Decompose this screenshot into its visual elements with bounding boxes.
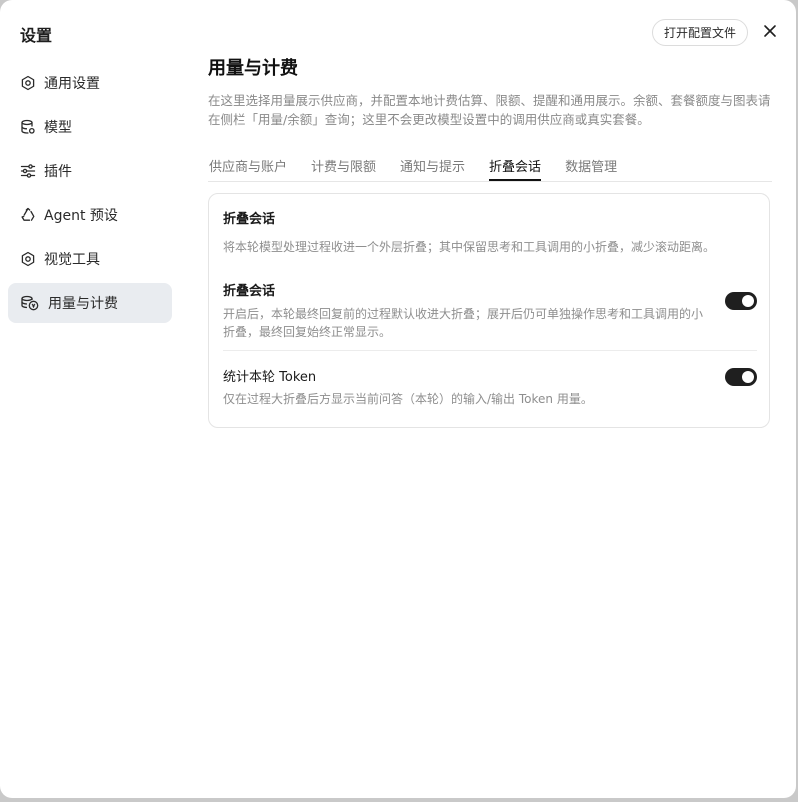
collapse-conversation-toggle[interactable]	[725, 292, 757, 310]
sidebar: 设置 通用设置 模型 插件 Agent 预设 视觉工具 用量与计费	[0, 0, 188, 798]
sidebar-item-label: 插件	[44, 164, 72, 180]
count-tokens-toggle[interactable]	[725, 368, 757, 386]
sidebar-item-vision-tools[interactable]: 视觉工具	[8, 239, 172, 279]
tab-collapse-conversation[interactable]: 折叠会话	[489, 150, 542, 181]
sidebar-item-models[interactable]: 模型	[8, 107, 172, 147]
sidebar-item-usage-billing[interactable]: 用量与计费	[8, 283, 172, 323]
tab-providers-accounts[interactable]: 供应商与账户	[209, 150, 287, 180]
gear-icon	[20, 75, 36, 91]
header-actions: 打开配置文件	[651, 19, 780, 46]
tab-data-management[interactable]: 数据管理	[565, 150, 617, 180]
sidebar-item-plugins[interactable]: 插件	[8, 151, 172, 191]
open-config-button[interactable]: 打开配置文件	[651, 19, 748, 46]
setting-name: 统计本轮 Token	[223, 370, 317, 385]
setting-name: 折叠会话	[223, 284, 276, 299]
gear-icon	[20, 251, 36, 267]
close-icon	[763, 23, 777, 42]
coins-icon	[20, 295, 40, 311]
sidebar-item-agent-presets[interactable]: Agent 预设	[8, 195, 172, 235]
settings-window: 设置 通用设置 模型 插件 Agent 预设 视觉工具 用量与计费 打开配置文件…	[0, 0, 796, 798]
sliders-icon	[20, 163, 36, 179]
sidebar-item-label: 模型	[44, 120, 72, 136]
tab-billing-limits[interactable]: 计费与限额	[311, 150, 376, 180]
page-description: 在这里选择用量展示供应商，并配置本地计费估算、限额、提醒和通用展示。余额、套餐额…	[208, 93, 771, 127]
sidebar-item-label: 通用设置	[44, 76, 100, 92]
setting-count-round-tokens: 统计本轮 Token 仅在过程大折叠后方显示当前问答（本轮）的输入/输出 Tok…	[223, 366, 757, 406]
tab-notifications[interactable]: 通知与提示	[400, 150, 465, 180]
sidebar-item-label: 用量与计费	[48, 296, 118, 312]
recycle-icon	[20, 207, 36, 223]
sidebar-item-general[interactable]: 通用设置	[8, 63, 172, 103]
toggle-knob	[742, 295, 754, 307]
card-description: 将本轮模型处理过程收进一个外层折叠；其中保留思考和工具调用的小折叠，减少滚动距离…	[223, 240, 716, 254]
sidebar-nav: 通用设置 模型 插件 Agent 预设 视觉工具 用量与计费	[8, 63, 172, 327]
sidebar-item-label: 视觉工具	[44, 252, 100, 268]
close-button[interactable]	[760, 23, 780, 43]
card-title: 折叠会话	[223, 212, 276, 227]
setting-help: 开启后，本轮最终回复前的过程默认收进大折叠；展开后仍可单独操作思考和工具调用的小…	[223, 307, 704, 339]
collapse-settings-card: 折叠会话 将本轮模型处理过程收进一个外层折叠；其中保留思考和工具调用的小折叠，减…	[208, 193, 770, 428]
setting-help: 仅在过程大折叠后方显示当前问答（本轮）的输入/输出 Token 用量。	[223, 392, 593, 406]
tab-bar: 供应商与账户 计费与限额 通知与提示 折叠会话 数据管理	[208, 150, 772, 182]
setting-collapse-conversation: 折叠会话 开启后，本轮最终回复前的过程默认收进大折叠；展开后仍可单独操作思考和工…	[223, 280, 757, 351]
sidebar-item-label: Agent 预设	[44, 208, 118, 224]
page-title: 用量与计费	[208, 58, 298, 79]
database-icon	[20, 119, 36, 135]
toggle-knob	[742, 371, 754, 383]
sidebar-title: 设置	[20, 26, 53, 45]
